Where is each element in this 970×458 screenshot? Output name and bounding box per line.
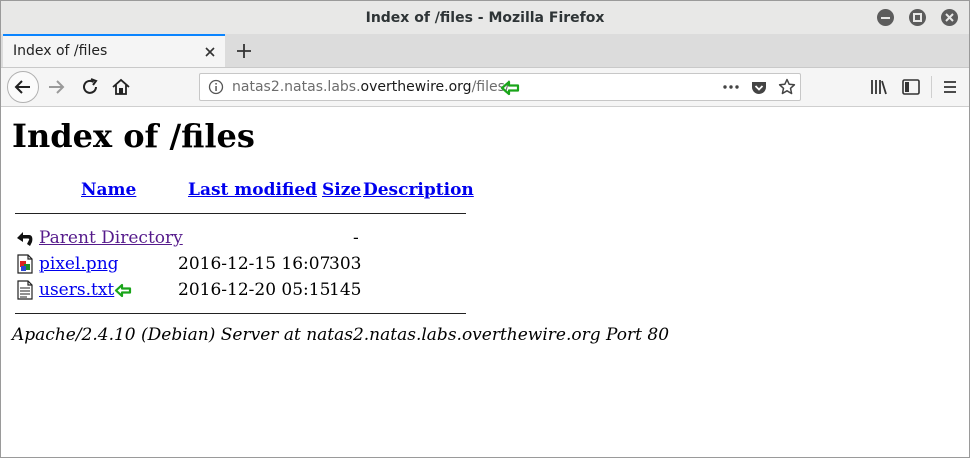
row-pixel-png-modified: 2016-12-15 16:07 [178, 254, 331, 274]
column-header-size[interactable]: Size [322, 180, 361, 200]
table-bottom-divider [15, 313, 466, 314]
row-users-txt-size: 145 [329, 280, 362, 300]
column-header-description[interactable]: Description [363, 180, 474, 200]
title-bar: Index of /files - Mozilla Firefox [1, 1, 969, 34]
row-pixel-png-size: 303 [329, 254, 362, 274]
back-folder-icon [17, 232, 33, 246]
new-tab-plus-icon[interactable] [233, 40, 255, 62]
close-icon [945, 13, 954, 22]
row-users-txt-modified: 2016-12-20 05:15 [178, 280, 331, 300]
pocket-icon[interactable] [750, 79, 768, 97]
forward-arrow-icon[interactable] [45, 76, 67, 98]
tab-strip: Index of /files [1, 34, 969, 68]
home-icon[interactable] [110, 76, 132, 98]
site-info-icon[interactable] [208, 79, 224, 95]
table-top-divider [15, 213, 466, 214]
back-arrow-icon [14, 80, 30, 94]
navigation-toolbar: natas2.natas.labs.overthewire.org/files/ [1, 68, 969, 107]
green-arrow-annotation-icon [114, 283, 132, 298]
sidebar-icon[interactable] [901, 77, 921, 97]
column-header-last-modified[interactable]: Last modified [188, 180, 317, 200]
maximize-button[interactable] [909, 9, 926, 26]
bookmark-star-icon[interactable] [778, 78, 796, 96]
page-heading: Index of /files [12, 117, 255, 155]
close-window-button[interactable] [941, 9, 958, 26]
url-bar[interactable]: natas2.natas.labs.overthewire.org/files/ [199, 73, 801, 101]
row-parent-directory-link[interactable]: Parent Directory [39, 228, 183, 248]
browser-window: Index of /files - Mozilla Firefox Index … [0, 0, 970, 458]
tab-close-icon[interactable] [202, 44, 218, 60]
row-users-txt-link[interactable]: users.txt [39, 280, 114, 300]
url-prefix: natas2.natas.labs. [232, 79, 361, 95]
text-file-icon [17, 280, 33, 300]
column-header-name[interactable]: Name [81, 180, 136, 200]
url-domain: overthewire.org [360, 79, 472, 95]
back-button[interactable] [7, 71, 39, 103]
reload-icon[interactable] [79, 76, 101, 98]
hamburger-menu-icon[interactable] [940, 77, 960, 97]
window-title: Index of /files - Mozilla Firefox [365, 10, 605, 26]
library-icon[interactable] [869, 77, 889, 97]
green-arrow-annotation-icon [500, 80, 520, 96]
page-actions-menu-icon[interactable] [722, 84, 740, 90]
server-signature: Apache/2.4.10 (Debian) Server at natas2.… [12, 325, 670, 345]
row-pixel-png-link[interactable]: pixel.png [39, 254, 119, 274]
tab-label: Index of /files [13, 43, 108, 59]
row-parent-directory-size: - [353, 228, 359, 248]
tab-index-of-files[interactable]: Index of /files [3, 34, 225, 67]
image-file-icon [17, 254, 33, 274]
minimize-button[interactable] [877, 9, 894, 26]
toolbar-divider [931, 76, 932, 98]
url-text[interactable]: natas2.natas.labs.overthewire.org/files/ [232, 79, 510, 95]
page-content: Index of /files Name Last modified Size … [1, 107, 969, 457]
